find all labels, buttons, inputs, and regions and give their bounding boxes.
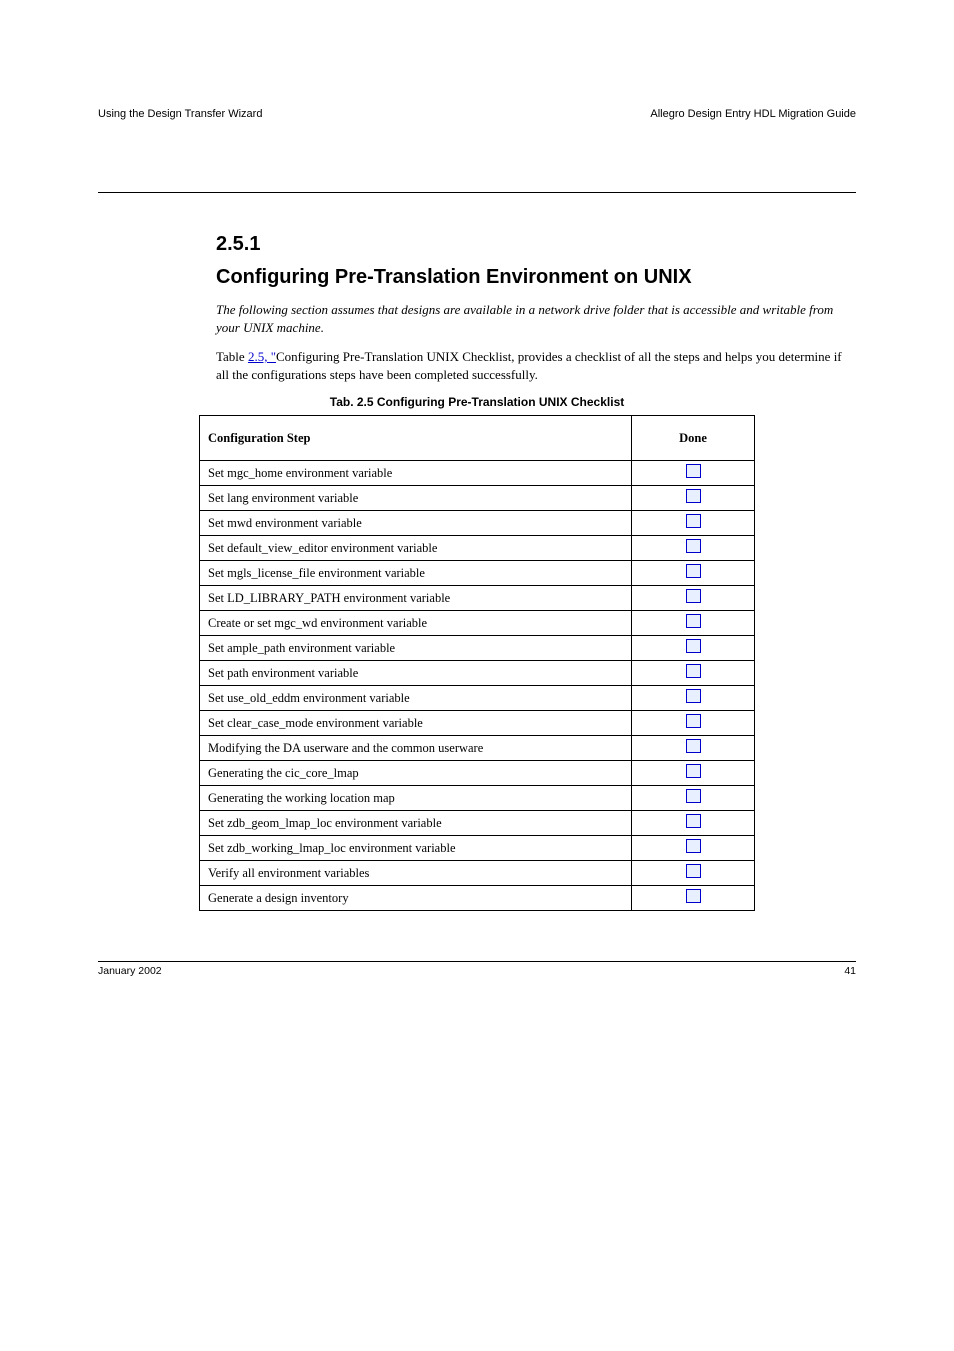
table-reference-link[interactable]: 2.5, " xyxy=(248,349,276,364)
done-cell xyxy=(632,511,755,536)
table-header-step: Configuration Step xyxy=(200,416,632,461)
checkbox-icon[interactable] xyxy=(686,614,701,628)
table-row: Set lang environment variable xyxy=(200,486,755,511)
checkbox-icon[interactable] xyxy=(686,539,701,553)
footer-right-page-number: 41 xyxy=(844,965,856,977)
intro-paragraph: Table 2.5, "Configuring Pre-Translation … xyxy=(216,348,856,383)
step-cell: Set clear_case_mode environment variable xyxy=(200,711,632,736)
header-left: Using the Design Transfer Wizard xyxy=(98,108,262,120)
checkbox-icon[interactable] xyxy=(686,889,701,903)
table-row: Set LD_LIBRARY_PATH environment variable xyxy=(200,586,755,611)
checkbox-icon[interactable] xyxy=(686,839,701,853)
header-rule xyxy=(98,192,856,193)
table-row: Set mgls_license_file environment variab… xyxy=(200,561,755,586)
done-cell xyxy=(632,786,755,811)
table-row: Verify all environment variables xyxy=(200,861,755,886)
checkbox-icon[interactable] xyxy=(686,739,701,753)
done-cell xyxy=(632,761,755,786)
table-row: Generate a design inventory xyxy=(200,886,755,911)
checklist-table: Configuration Step Done Set mgc_home env… xyxy=(199,415,755,911)
done-cell xyxy=(632,561,755,586)
step-cell: Set mgc_home environment variable xyxy=(200,461,632,486)
para-text-before: Table xyxy=(216,349,248,364)
checkbox-icon[interactable] xyxy=(686,714,701,728)
table-row: Generating the working location map xyxy=(200,786,755,811)
table-row: Set path environment variable xyxy=(200,661,755,686)
checkbox-icon[interactable] xyxy=(686,514,701,528)
checkbox-icon[interactable] xyxy=(686,589,701,603)
table-row: Set mwd environment variable xyxy=(200,511,755,536)
step-cell: Set path environment variable xyxy=(200,661,632,686)
header-right: Allegro Design Entry HDL Migration Guide xyxy=(650,108,856,120)
table-caption: Tab. 2.5 Configuring Pre-Translation UNI… xyxy=(98,395,856,409)
done-cell xyxy=(632,486,755,511)
step-cell: Set mwd environment variable xyxy=(200,511,632,536)
checkbox-icon[interactable] xyxy=(686,689,701,703)
step-cell: Create or set mgc_wd environment variabl… xyxy=(200,611,632,636)
done-cell xyxy=(632,736,755,761)
section-number: 2.5.1 xyxy=(216,233,260,256)
done-cell xyxy=(632,861,755,886)
footer-left: January 2002 xyxy=(98,965,162,977)
done-cell xyxy=(632,461,755,486)
done-cell xyxy=(632,611,755,636)
checkbox-icon[interactable] xyxy=(686,789,701,803)
done-cell xyxy=(632,686,755,711)
step-cell: Set zdb_geom_lmap_loc environment variab… xyxy=(200,811,632,836)
done-cell xyxy=(632,886,755,911)
step-cell: Set default_view_editor environment vari… xyxy=(200,536,632,561)
table-row: Generating the cic_core_lmap xyxy=(200,761,755,786)
checkbox-icon[interactable] xyxy=(686,664,701,678)
checkbox-icon[interactable] xyxy=(686,864,701,878)
done-cell xyxy=(632,586,755,611)
step-cell: Set LD_LIBRARY_PATH environment variable xyxy=(200,586,632,611)
table-row: Set zdb_geom_lmap_loc environment variab… xyxy=(200,811,755,836)
done-cell xyxy=(632,661,755,686)
table-row: Set zdb_working_lmap_loc environment var… xyxy=(200,836,755,861)
step-cell: Verify all environment variables xyxy=(200,861,632,886)
step-cell: Set mgls_license_file environment variab… xyxy=(200,561,632,586)
table-row: Set use_old_eddm environment variable xyxy=(200,686,755,711)
table-header-done: Done xyxy=(632,416,755,461)
step-cell: Set ample_path environment variable xyxy=(200,636,632,661)
table-row: Set clear_case_mode environment variable xyxy=(200,711,755,736)
step-cell: Set zdb_working_lmap_loc environment var… xyxy=(200,836,632,861)
table-row: Create or set mgc_wd environment variabl… xyxy=(200,611,755,636)
table-row: Set ample_path environment variable xyxy=(200,636,755,661)
done-cell xyxy=(632,811,755,836)
para-text-after: Configuring Pre-Translation UNIX Checkli… xyxy=(216,349,842,382)
checkbox-icon[interactable] xyxy=(686,564,701,578)
step-cell: Modifying the DA userware and the common… xyxy=(200,736,632,761)
done-cell xyxy=(632,836,755,861)
step-cell: Generating the cic_core_lmap xyxy=(200,761,632,786)
step-cell: Set lang environment variable xyxy=(200,486,632,511)
footer-rule xyxy=(98,961,856,962)
done-cell xyxy=(632,636,755,661)
table-row: Set default_view_editor environment vari… xyxy=(200,536,755,561)
table-row: Set mgc_home environment variable xyxy=(200,461,755,486)
table-row: Modifying the DA userware and the common… xyxy=(200,736,755,761)
checkbox-icon[interactable] xyxy=(686,464,701,478)
checkbox-icon[interactable] xyxy=(686,489,701,503)
intro-italic-text: The following section assumes that desig… xyxy=(216,301,856,336)
step-cell: Generating the working location map xyxy=(200,786,632,811)
step-cell: Generate a design inventory xyxy=(200,886,632,911)
checkbox-icon[interactable] xyxy=(686,764,701,778)
step-cell: Set use_old_eddm environment variable xyxy=(200,686,632,711)
checkbox-icon[interactable] xyxy=(686,639,701,653)
checkbox-icon[interactable] xyxy=(686,814,701,828)
section-title: Configuring Pre-Translation Environment … xyxy=(216,266,856,289)
done-cell xyxy=(632,536,755,561)
done-cell xyxy=(632,711,755,736)
